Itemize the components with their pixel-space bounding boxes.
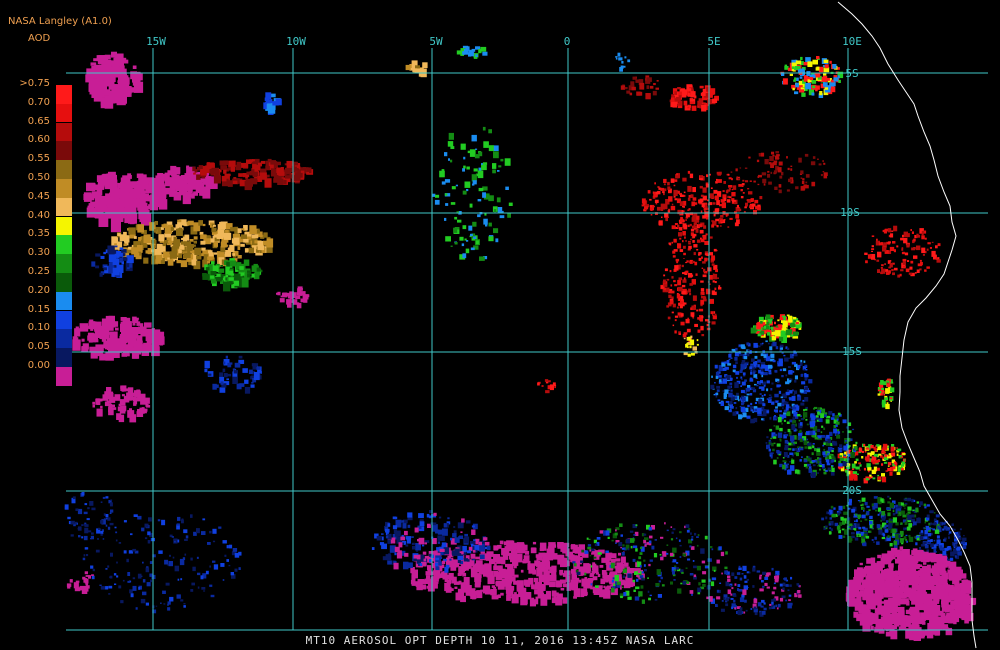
- lat-label: 15S: [842, 345, 862, 358]
- aod-map: 15W 10W 5W 0 5E 10E 5S 10S 15S 20S: [64, 1, 988, 649]
- legend-label: >0.75: [19, 78, 50, 89]
- legend-swatch: [56, 235, 72, 254]
- lat-lon-grid: [66, 48, 988, 631]
- legend-swatch: [56, 122, 72, 142]
- legend-label: 0.05: [27, 341, 50, 353]
- aerosol-patch: [706, 565, 802, 617]
- lon-label: 5E: [707, 35, 720, 48]
- aerosol-patch: [432, 126, 513, 261]
- legend-label: 0.15: [27, 303, 50, 315]
- aerosol-patch: [710, 340, 813, 424]
- legend-swatch: [56, 160, 72, 179]
- aerosol-patch: [620, 75, 659, 100]
- aerosol-patch: [263, 92, 282, 115]
- lat-label: 5S: [845, 67, 858, 80]
- lon-label: 15W: [146, 35, 166, 48]
- aerosol-patch: [371, 510, 491, 574]
- legend-label: 0.30: [27, 247, 50, 259]
- legend-swatch: [56, 141, 72, 160]
- aerosol-patch: [877, 378, 895, 410]
- lon-label: 10E: [842, 35, 862, 48]
- legend-label: 0.55: [27, 153, 50, 165]
- aerosol-patch: [405, 60, 428, 78]
- aerosol-patch: [85, 51, 144, 109]
- aerosol-patch: [72, 315, 165, 361]
- aerosol-patch: [202, 258, 263, 292]
- aerosol-patch: [204, 355, 262, 394]
- aerosol-patch: [66, 571, 94, 594]
- aerosol-patch: [456, 45, 488, 59]
- aerosol-patch: [683, 335, 699, 357]
- legend-label: 0.40: [27, 209, 50, 221]
- legend-label: 0.45: [27, 190, 50, 202]
- legend-swatch: [56, 179, 72, 198]
- lon-label: 0: [564, 35, 571, 48]
- aerosol-patch: [750, 314, 802, 343]
- aerosol-patch: [864, 225, 941, 278]
- legend-swatch: [56, 273, 72, 292]
- aerosol-patch: [780, 56, 844, 98]
- image-caption: MT10 AEROSOL OPT DEPTH 10 11, 2016 13:45…: [305, 634, 695, 647]
- legend-label: 0.70: [27, 96, 50, 108]
- aerosol-patch: [660, 222, 722, 345]
- legend-label: 0.10: [27, 322, 50, 334]
- lat-label: 10S: [840, 206, 860, 219]
- legend-label: 0.60: [27, 134, 50, 146]
- legend-label: 0.35: [27, 228, 50, 240]
- product-variable: AOD: [28, 33, 51, 44]
- aerosol-field: [64, 45, 977, 641]
- legend-swatch: [56, 329, 72, 348]
- legend-swatch: [56, 367, 72, 386]
- longitude-labels: 15W 10W 5W 0 5E 10E: [146, 35, 862, 48]
- legend-swatch: [56, 197, 72, 217]
- aerosol-patch: [669, 84, 719, 112]
- legend-label: 0.25: [27, 266, 50, 277]
- aerosol-patch: [821, 495, 944, 549]
- aerosol-patch: [92, 385, 151, 423]
- aerosol-patch: [537, 379, 557, 394]
- lon-label: 10W: [286, 35, 306, 48]
- lon-label: 5W: [429, 35, 443, 48]
- aerosol-patch: [730, 151, 828, 194]
- legend-swatch: [56, 85, 72, 104]
- legend-label: 0.65: [27, 115, 50, 127]
- legend-swatch: [56, 254, 72, 273]
- legend-swatch: [56, 348, 72, 367]
- legend-swatch: [56, 291, 72, 311]
- legend-swatch: [56, 310, 72, 330]
- product-title: NASA Langley (A1.0): [8, 16, 112, 27]
- legend-label: 0.20: [27, 284, 50, 296]
- legend-swatch: [56, 103, 72, 123]
- aerosol-patch: [64, 492, 118, 550]
- legend-swatch: [56, 216, 72, 236]
- aerosol-patch: [615, 52, 631, 72]
- legend-label: 0.00: [27, 360, 50, 371]
- aerosol-patch: [82, 514, 242, 614]
- legend-label: 0.50: [27, 172, 50, 183]
- lat-label: 20S: [842, 484, 862, 497]
